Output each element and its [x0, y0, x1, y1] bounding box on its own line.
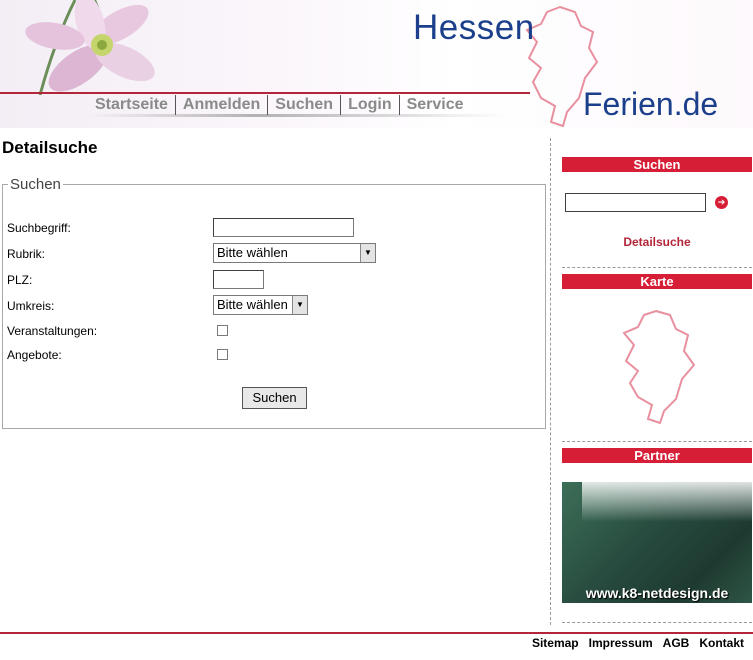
- rubrik-selected-value: Bitte wählen: [217, 245, 288, 260]
- umkreis-selected-value: Bitte wählen: [217, 297, 288, 312]
- suchbegriff-input[interactable]: [213, 218, 354, 237]
- veranstaltungen-label: Veranstaltungen:: [7, 324, 98, 338]
- nav-anmelden[interactable]: Anmelden: [174, 95, 267, 115]
- search-submit-button[interactable]: Suchen: [242, 387, 307, 409]
- sidebar-map-header: Karte: [562, 274, 752, 289]
- search-go-arrow-icon[interactable]: ➔: [715, 196, 728, 209]
- partner-banner-image[interactable]: www.k8-netdesign.de: [562, 482, 752, 603]
- nav-service[interactable]: Service: [398, 95, 471, 115]
- hessen-map-icon[interactable]: [610, 307, 702, 425]
- site-header: Startseite Anmelden Suchen Login Service…: [0, 0, 753, 128]
- footer-links: Sitemap Impressum AGB Kontakt: [532, 636, 744, 650]
- footer-link-sitemap[interactable]: Sitemap: [532, 636, 579, 650]
- plz-label: PLZ:: [7, 273, 33, 287]
- footer-link-agb[interactable]: AGB: [663, 636, 690, 650]
- footer-divider: [0, 632, 753, 634]
- page-title: Detailsuche: [2, 138, 98, 157]
- suchbegriff-label: Suchbegriff:: [7, 221, 71, 235]
- detailsuche-link[interactable]: Detailsuche: [562, 235, 752, 249]
- plz-input[interactable]: [213, 270, 264, 289]
- sidebar-partner-header: Partner: [562, 448, 752, 463]
- header-divider: [0, 92, 530, 94]
- banner-highlight: [582, 482, 752, 522]
- nav-startseite[interactable]: Startseite: [88, 95, 175, 115]
- footer-link-kontakt[interactable]: Kontakt: [699, 636, 744, 650]
- umkreis-label: Umkreis:: [7, 299, 55, 313]
- footer-link-impressum[interactable]: Impressum: [589, 636, 653, 650]
- sidebar-search-header: Suchen: [562, 157, 752, 172]
- rubrik-select[interactable]: Bitte wählen ▼: [213, 243, 376, 263]
- dropdown-arrow-icon[interactable]: ▼: [292, 296, 307, 314]
- veranstaltungen-checkbox[interactable]: [217, 325, 228, 336]
- fieldset-legend: Suchen: [8, 176, 63, 193]
- partner-banner-text: www.k8-netdesign.de: [585, 585, 729, 601]
- main-navigation: Startseite Anmelden Suchen Login Service: [88, 95, 471, 115]
- sidebar-divider: [550, 138, 551, 625]
- angebote-checkbox[interactable]: [217, 349, 228, 360]
- sidebar-search-input[interactable]: [565, 193, 706, 212]
- nav-suchen[interactable]: Suchen: [267, 95, 340, 115]
- search-fieldset: Suchen Suchbegriff: Rubrik: Bitte wählen…: [2, 177, 546, 429]
- sidebar-separator: [562, 622, 752, 623]
- rubrik-label: Rubrik:: [7, 247, 46, 261]
- dropdown-arrow-icon[interactable]: ▼: [360, 244, 375, 262]
- nav-login[interactable]: Login: [340, 95, 399, 115]
- angebote-label: Angebote:: [7, 348, 62, 362]
- flower-logo-image: [25, 0, 155, 95]
- logo-text-ferien: Ferien.de: [583, 86, 719, 122]
- logo-text-hessen: Hessen: [413, 8, 535, 47]
- umkreis-select[interactable]: Bitte wählen ▼: [213, 295, 308, 315]
- sidebar-separator: [562, 441, 752, 442]
- sidebar-separator: [562, 267, 752, 268]
